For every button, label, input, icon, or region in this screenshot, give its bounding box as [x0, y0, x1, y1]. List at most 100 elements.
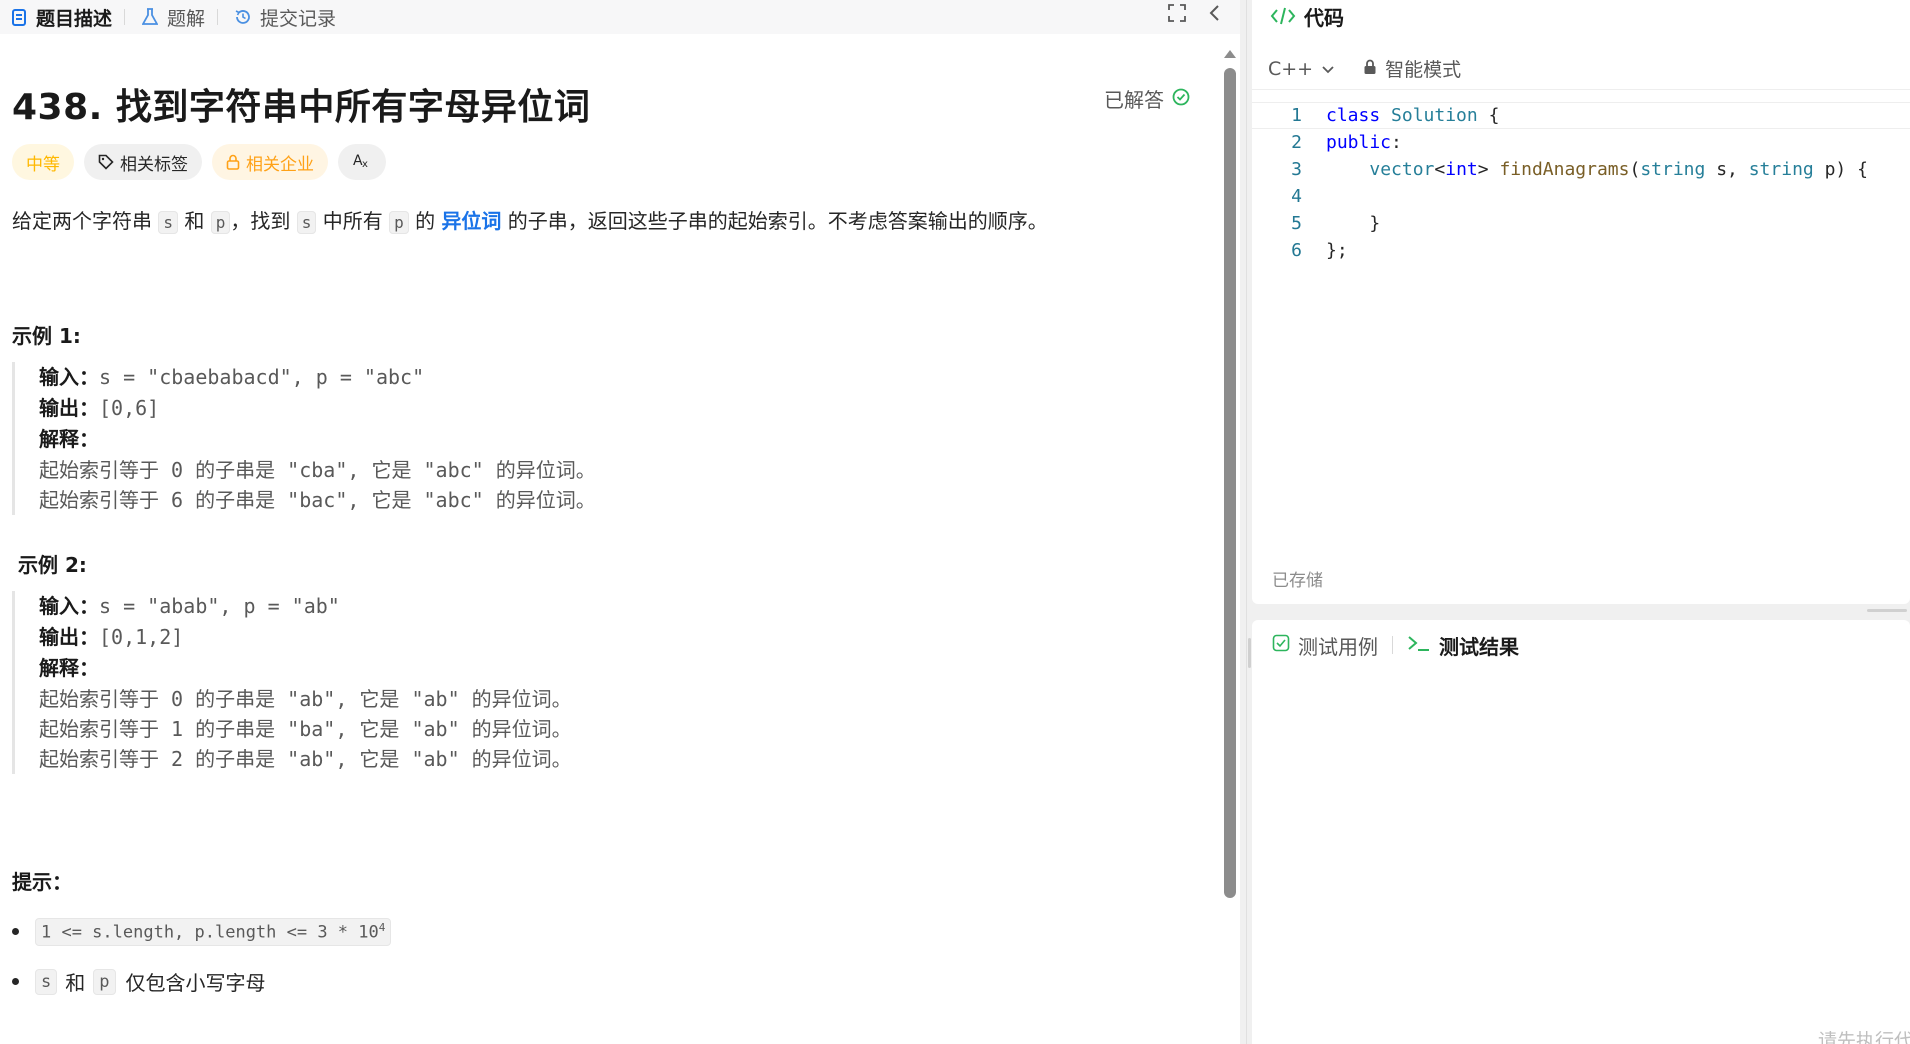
lock-icon	[226, 154, 240, 170]
inline-code-p: p	[210, 211, 231, 234]
hint-text: 和	[65, 971, 86, 995]
code-line: 4	[1252, 183, 1910, 210]
problem-title: 438. 找到字符串中所有字母异位词	[12, 87, 591, 128]
scroll-up-arrow-icon[interactable]	[1224, 50, 1236, 58]
test-results-body: 请先执行代	[1252, 670, 1910, 1044]
code-line: 2 public:	[1252, 129, 1910, 156]
bullet	[12, 928, 19, 936]
code-line-text: }	[1326, 213, 1381, 234]
explain-line: 起始索引等于 0 的子串是 "ab", 它是 "ab" 的异位词。	[39, 687, 572, 711]
code-line: 6 };	[1252, 237, 1910, 264]
terminal-icon	[1407, 633, 1431, 657]
problem-panel: 题目描述 题解 提交记录 438. 找到字符串中所有字母异位词 已解答 中等 相…	[0, 0, 1240, 1044]
hint-item: 1 <= s.length, p.length <= 3 * 104	[12, 918, 392, 946]
tab-submissions[interactable]: 提交记录	[224, 0, 342, 34]
code-line-text: vector<int> findAnagrams(string s, strin…	[1369, 159, 1868, 180]
related-companies-button[interactable]: 相关企业	[212, 144, 328, 180]
example-2-title: 示例 2:	[18, 553, 87, 577]
translate-icon: Ax	[352, 151, 372, 174]
code-panel-header: 代码	[1252, 0, 1910, 32]
smart-mode-toggle[interactable]: 智能模式	[1363, 55, 1461, 82]
line-number: 3	[1291, 159, 1302, 180]
scrollbar-thumb[interactable]	[1224, 68, 1236, 898]
saved-status: 已存储	[1272, 571, 1323, 591]
code-line: 5 }	[1252, 210, 1910, 237]
bullet	[12, 978, 19, 985]
fullscreen-icon[interactable]	[1168, 4, 1186, 26]
explain-label: 解释：	[39, 658, 99, 680]
input-label: 输入：	[39, 367, 99, 389]
anagram-link[interactable]: 异位词	[441, 209, 501, 233]
output-label: 输出：	[39, 398, 99, 420]
example-1-title: 示例 1:	[12, 324, 81, 348]
code-line-text: public:	[1326, 132, 1402, 153]
test-panel: 测试用例 测试结果 请先执行代	[1252, 620, 1910, 1044]
line-number: 4	[1291, 186, 1302, 207]
inline-code-p: p	[93, 968, 116, 995]
input-label: 输入：	[39, 596, 99, 618]
run-first-hint: 请先执行代	[1818, 1030, 1910, 1044]
language-value: C++	[1268, 57, 1314, 80]
line-number: 5	[1291, 213, 1302, 234]
vertical-resize-handle[interactable]	[1867, 609, 1907, 612]
tab-solutions-label: 题解	[167, 7, 206, 30]
line-number: 6	[1291, 240, 1302, 261]
editor-toolbar: C++ 智能模式	[1252, 48, 1910, 90]
tab-testcases[interactable]: 测试用例	[1272, 631, 1378, 660]
constraint-exponent: 4	[378, 921, 386, 934]
desc-text: 的子串，返回这些子串的起始索引。不考虑答案输出的顺序。	[507, 209, 1048, 233]
collapse-left-icon[interactable]	[1208, 4, 1220, 26]
difficulty-badge: 中等	[12, 144, 74, 180]
example-input: s = "abab", p = "ab"	[99, 594, 340, 618]
chevron-down-icon	[1321, 58, 1335, 80]
desc-text: 给定两个字符串	[12, 209, 152, 233]
tab-testcases-label: 测试用例	[1298, 634, 1378, 659]
hints-title: 提示：	[12, 870, 72, 894]
hint-item: s 和 p 仅包含小写字母	[12, 967, 266, 996]
code-icon	[1270, 6, 1296, 26]
code-panel-title: 代码	[1304, 5, 1344, 30]
inline-code-p: p	[389, 211, 409, 234]
horizontal-resize-grip[interactable]	[1248, 638, 1251, 668]
explain-label: 解释：	[39, 429, 99, 451]
tab-separator	[217, 9, 219, 25]
checkbox-icon	[1272, 633, 1290, 657]
check-circle-icon	[1172, 87, 1190, 111]
related-tags-button[interactable]: 相关标签	[84, 144, 202, 180]
code-line: 3 vector<int> findAnagrams(string s, str…	[1252, 156, 1910, 183]
explain-line: 起始索引等于 1 的子串是 "ba", 它是 "ab" 的异位词。	[39, 717, 572, 741]
example-output: [0,1,2]	[99, 625, 184, 649]
desc-text: 中所有	[322, 209, 383, 233]
example-2-block: 输入：s = "abab", p = "ab" 输出：[0,1,2] 解释： 起…	[12, 591, 572, 774]
svg-text:x: x	[362, 159, 368, 169]
inline-code-s: s	[296, 211, 317, 234]
tab-test-results-label: 测试结果	[1439, 634, 1519, 659]
desc-text: 的	[415, 209, 436, 233]
example-input: s = "cbaebabacd", p = "abc"	[99, 365, 425, 389]
translate-button[interactable]: Ax	[338, 144, 386, 180]
desc-text: 和	[184, 209, 205, 233]
constraint-text: 1 <= s.length, p.length <= 3 * 10	[41, 922, 379, 943]
desc-text: ，找到	[230, 209, 291, 233]
output-label: 输出：	[39, 627, 99, 649]
tab-description[interactable]: 题目描述	[0, 0, 118, 34]
history-icon	[234, 8, 252, 26]
code-editor[interactable]: 1 class Solution { 2 public: 3 vector<in…	[1252, 102, 1910, 262]
tag-row: 中等 相关标签 相关企业 Ax	[12, 144, 386, 180]
example-1-block: 输入：s = "cbaebabacd", p = "abc" 输出：[0,6] …	[12, 362, 596, 515]
tab-submissions-label: 提交记录	[260, 7, 337, 30]
language-select[interactable]: C++	[1268, 58, 1335, 80]
tab-solutions[interactable]: 题解	[131, 0, 211, 34]
workspace-panel: 代码 C++ 智能模式 1 class Solution { 2 public:…	[1248, 0, 1910, 1044]
code-line: 1 class Solution {	[1252, 102, 1910, 129]
problem-description: 给定两个字符串 s 和 p ，找到 s 中所有 p 的 异位词 的子串，返回这些子…	[12, 205, 1048, 234]
tab-test-results[interactable]: 测试结果	[1407, 631, 1519, 660]
smart-mode-label: 智能模式	[1385, 59, 1462, 81]
lock-icon	[1363, 58, 1377, 80]
line-number: 2	[1291, 132, 1302, 153]
solved-status: 已解答	[1104, 84, 1190, 113]
tab-description-label: 题目描述	[36, 7, 113, 30]
solved-label: 已解答	[1104, 88, 1164, 112]
tag-icon	[98, 154, 114, 170]
panel-divider-line	[1246, 0, 1247, 1044]
